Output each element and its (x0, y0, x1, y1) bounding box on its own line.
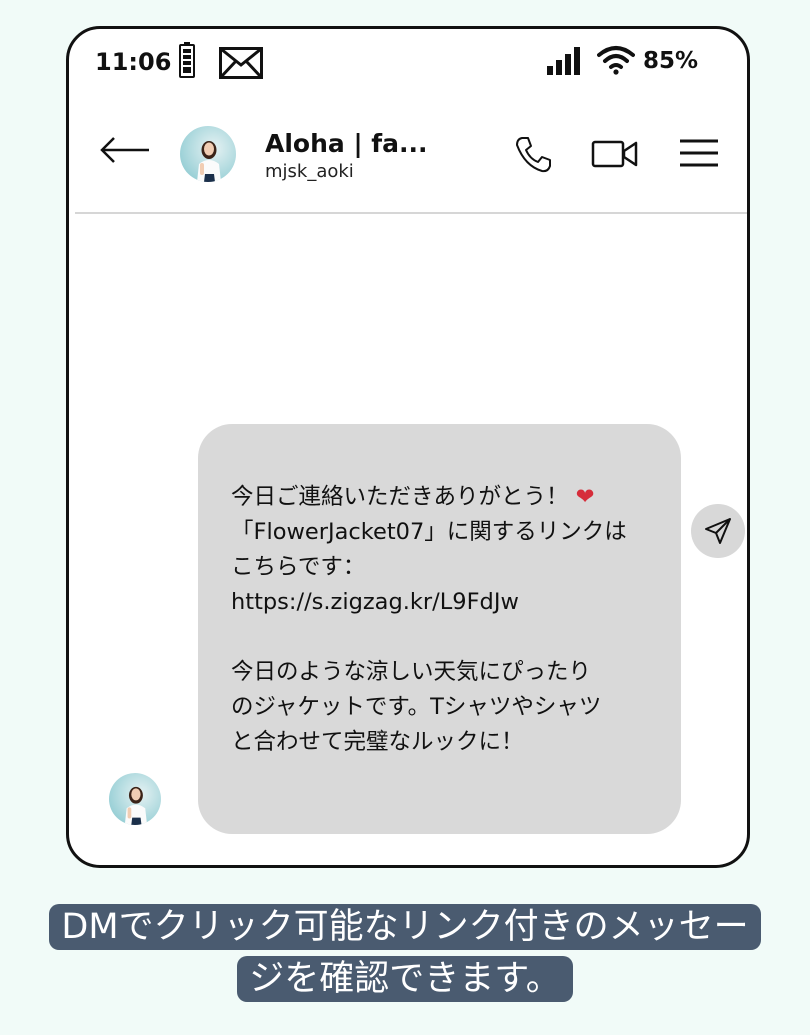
message-spacer (231, 620, 655, 655)
message-line: のジャケットです。Tシャツやシャツ (231, 694, 602, 720)
contact-name: Aloha | fa... (265, 129, 428, 158)
contact-handle: mjsk_aoki (265, 161, 354, 182)
share-button[interactable] (691, 504, 745, 558)
mail-icon (219, 47, 263, 79)
message-line: と合わせて完璧なルックに！ (231, 729, 524, 755)
header-divider (75, 212, 747, 214)
contact-avatar[interactable] (180, 126, 236, 182)
message-text: 今日ご連絡いただきありがとう！ (231, 484, 569, 510)
heart-icon: ❤ (575, 484, 595, 510)
video-camera-icon[interactable] (591, 139, 639, 169)
message-link[interactable]: https://s.zigzag.kr/L9FdJw (231, 585, 655, 620)
sender-avatar[interactable] (109, 773, 161, 825)
status-bar: 11:06 85% (69, 29, 747, 99)
battery-percentage: 85% (643, 48, 699, 74)
back-arrow-icon[interactable] (99, 135, 151, 165)
caption: DMでクリック可能なリンク付きのメッセー ジを確認できます。 (0, 901, 810, 1005)
phone-frame: 11:06 85% Aloha | fa... mjsk_aoki 今日ご連絡い… (66, 26, 750, 868)
message-line: 今日のような涼しい天気にぴったり (231, 659, 592, 685)
caption-line: DMでクリック可能なリンク付きのメッセー (49, 904, 761, 950)
wifi-icon (597, 46, 635, 75)
message-line: こちらです： (231, 554, 366, 580)
person-icon (124, 786, 148, 825)
signal-icon (547, 47, 580, 75)
message-line: 今日ご連絡いただきありがとう！ ❤ (231, 480, 655, 515)
phone-icon[interactable] (513, 135, 553, 175)
person-icon (197, 141, 221, 182)
message-line: 「FlowerJacket07」に関するリンクは (231, 519, 627, 545)
caption-line: ジを確認できます。 (237, 956, 573, 1002)
message-bubble: 今日ご連絡いただきありがとう！ ❤ 「FlowerJacket07」に関するリン… (198, 424, 681, 834)
menu-icon[interactable] (679, 139, 719, 167)
status-time: 11:06 (95, 48, 172, 76)
chat-header: Aloha | fa... mjsk_aoki (69, 99, 747, 211)
paper-plane-icon (705, 518, 731, 544)
battery-icon (179, 42, 195, 78)
